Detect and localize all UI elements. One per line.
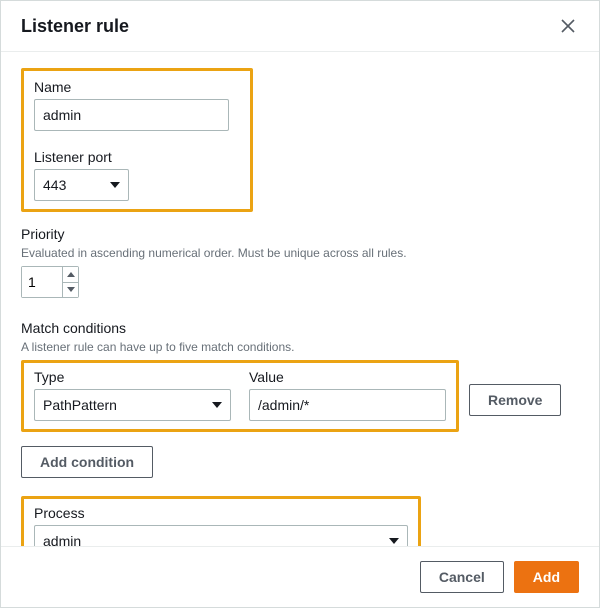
match-conditions-field: Match conditions A listener rule can hav…	[21, 320, 579, 354]
listener-port-select[interactable]: 443	[34, 169, 129, 201]
close-icon	[561, 19, 575, 33]
priority-step-down[interactable]	[63, 283, 78, 298]
priority-hint: Evaluated in ascending numerical order. …	[21, 246, 579, 260]
match-conditions-hint: A listener rule can have up to five matc…	[21, 340, 579, 354]
priority-spinners	[62, 267, 78, 297]
priority-field: Priority Evaluated in ascending numerica…	[21, 226, 579, 298]
highlight-process: Process admin	[21, 496, 421, 546]
process-select[interactable]: admin	[34, 525, 408, 546]
caret-down-icon	[110, 182, 120, 188]
name-field: Name	[34, 79, 240, 131]
remove-button-wrap: Remove	[469, 384, 561, 416]
match-type-label: Type	[34, 369, 231, 385]
listener-rule-modal: Listener rule Name Listener port 443	[0, 0, 600, 608]
match-type-field: Type PathPattern	[34, 369, 231, 421]
listener-port-label: Listener port	[34, 149, 240, 165]
chevron-up-icon	[67, 272, 75, 277]
listener-port-value: 443	[43, 177, 66, 193]
add-condition-button[interactable]: Add condition	[21, 446, 153, 478]
modal-body: Name Listener port 443 Priority Evaluate…	[1, 52, 599, 546]
modal-header: Listener rule	[1, 1, 599, 52]
match-conditions-label: Match conditions	[21, 320, 579, 336]
chevron-down-icon	[67, 287, 75, 292]
modal-title: Listener rule	[21, 16, 129, 37]
name-label: Name	[34, 79, 240, 95]
name-input[interactable]	[34, 99, 229, 131]
match-type-select[interactable]: PathPattern	[34, 389, 231, 421]
match-condition-row: Type PathPattern Value Remove	[21, 360, 579, 432]
match-value-label: Value	[249, 369, 446, 385]
match-type-value: PathPattern	[43, 397, 117, 413]
match-value-input[interactable]	[249, 389, 446, 421]
highlight-match-condition: Type PathPattern Value	[21, 360, 459, 432]
process-label: Process	[34, 505, 408, 521]
caret-down-icon	[212, 402, 222, 408]
process-value: admin	[43, 533, 81, 546]
priority-label: Priority	[21, 226, 579, 242]
caret-down-icon	[389, 538, 399, 544]
add-condition-row: Add condition	[21, 446, 579, 478]
remove-condition-button[interactable]: Remove	[469, 384, 561, 416]
priority-stepper	[21, 266, 79, 298]
modal-footer: Cancel Add	[1, 546, 599, 607]
highlight-name-port: Name Listener port 443	[21, 68, 253, 212]
priority-step-up[interactable]	[63, 267, 78, 283]
add-button[interactable]: Add	[514, 561, 579, 593]
close-button[interactable]	[557, 15, 579, 37]
match-value-field: Value	[249, 369, 446, 421]
listener-port-field: Listener port 443	[34, 149, 240, 201]
cancel-button[interactable]: Cancel	[420, 561, 504, 593]
priority-input[interactable]	[22, 267, 62, 297]
